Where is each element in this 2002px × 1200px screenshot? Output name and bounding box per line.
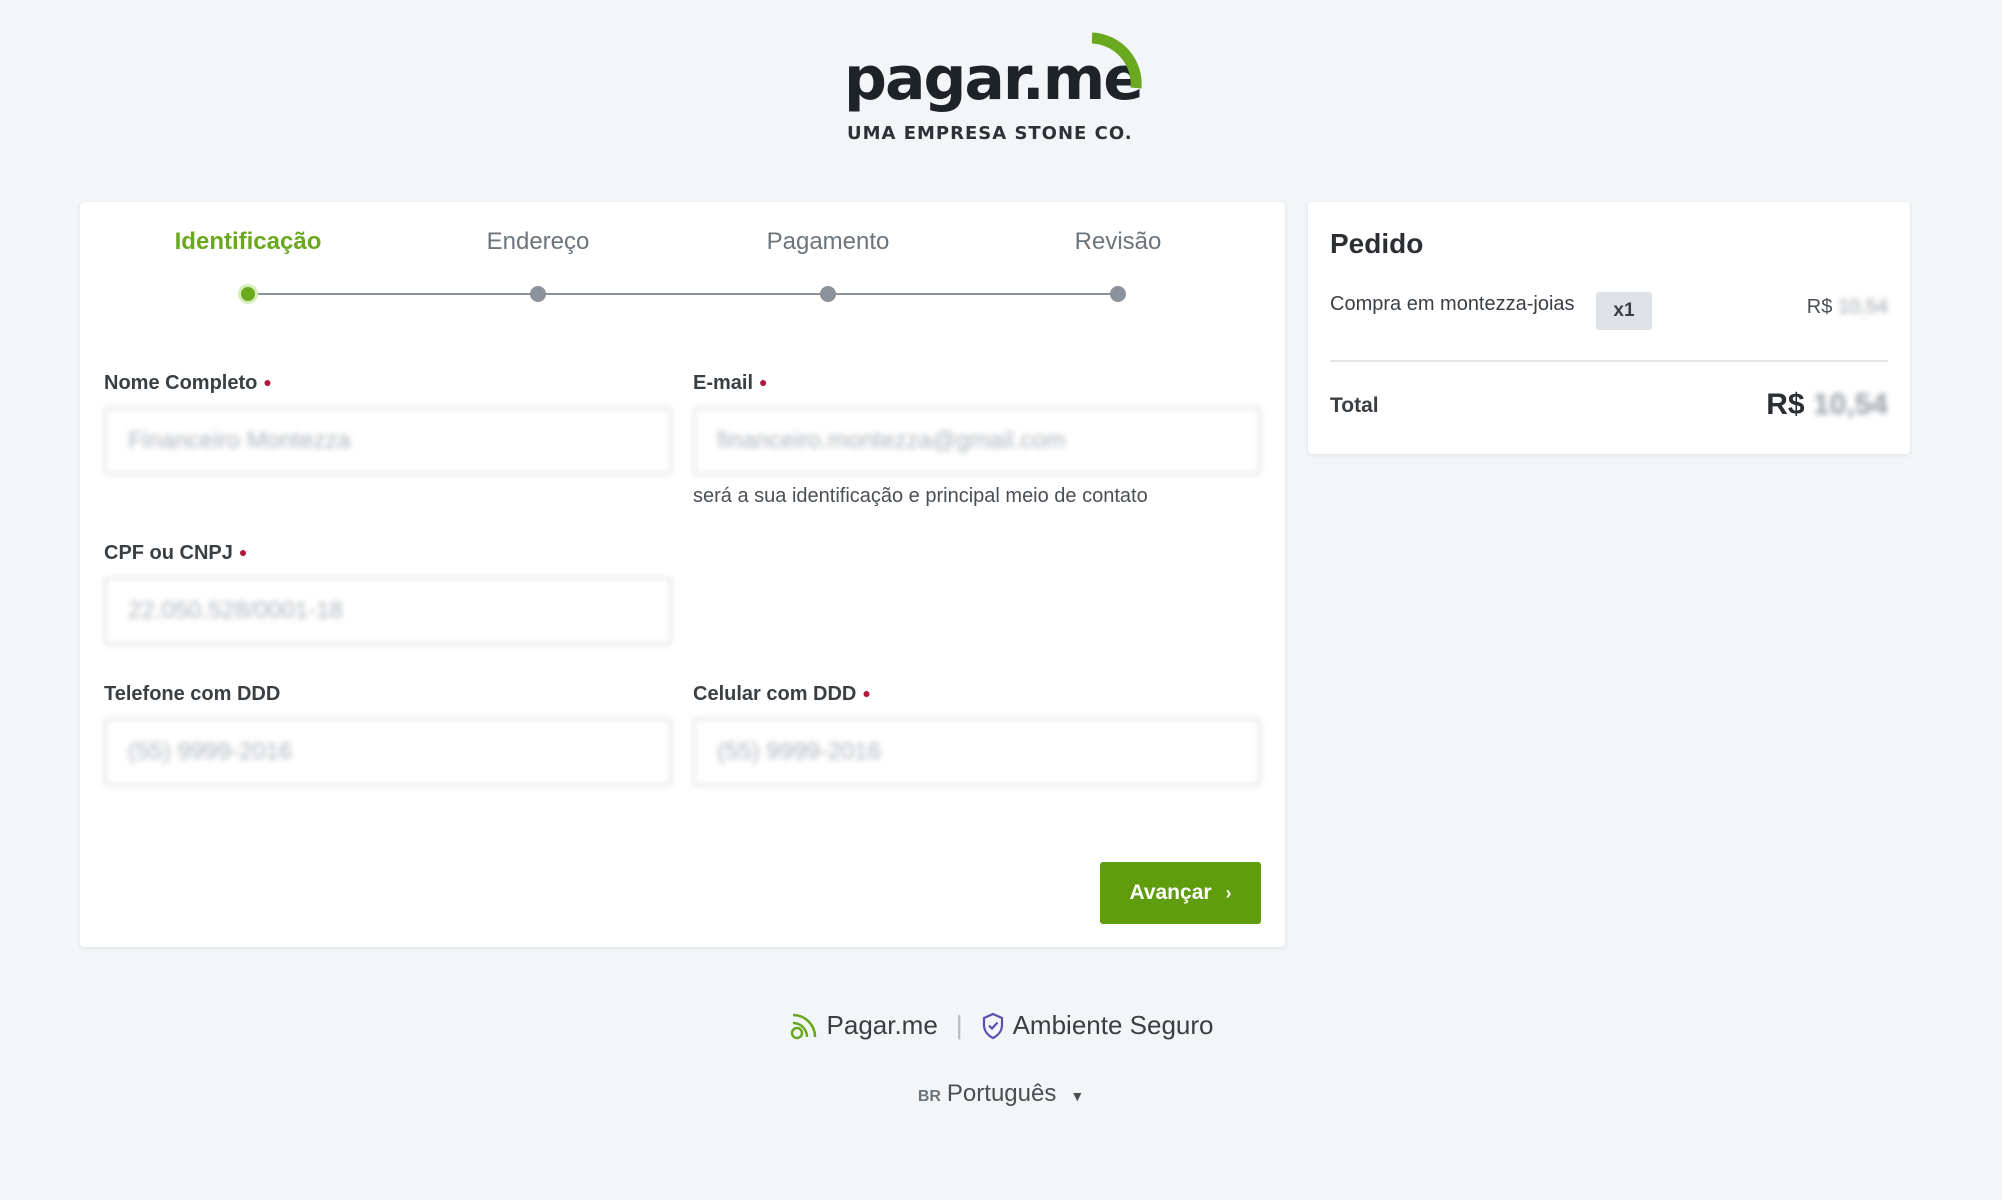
footer-links: Pagar.me | Ambiente Seguro [0,1010,2002,1041]
step-pagamento[interactable]: Pagamento [767,228,890,256]
mobile-input[interactable] [693,718,1261,786]
order-summary-card: Pedido Compra em montezza-joias x1 R$ 10… [1308,202,1910,454]
document-label: CPF ou CNPJ ● [104,542,248,564]
secure-label: Ambiente Seguro [1012,1010,1214,1040]
required-marker: ● [263,374,272,390]
email-input[interactable] [693,407,1261,475]
total-label: Total [1330,394,1379,417]
checkout-stepper: Identificação Endereço Pagamento Revisão [80,202,1285,312]
document-field: CPF ou CNPJ ● [104,542,672,645]
required-marker: ● [759,374,768,390]
next-button-label: Avançar [1129,881,1212,904]
footer-brand-link[interactable]: Pagar.me [789,1010,938,1041]
step-revisao[interactable]: Revisão [1075,228,1162,256]
logo-arc-icon [1091,32,1142,89]
step-dot-identificacao [238,284,258,304]
order-item-price: R$ 10,54 [1806,296,1888,318]
email-label: E-mail ● [693,372,768,394]
total-price: R$ 10,54 [1766,388,1888,421]
step-identificacao[interactable]: Identificação [175,228,322,256]
caret-down-icon: ▼ [1070,1088,1085,1104]
phone-field: Telefone com DDD [104,683,672,786]
stepper-line [248,293,1118,295]
order-divider [1330,360,1888,362]
email-hint: será a sua identificação e principal mei… [693,485,1148,507]
secure-environment: Ambiente Seguro [981,1010,1214,1041]
required-marker: ● [238,544,248,560]
total-price-value: 10,54 [1812,388,1888,421]
identification-card: Identificação Endereço Pagamento Revisão… [80,202,1285,947]
language-label: Português [946,1080,1057,1107]
step-dot-pagamento [820,286,836,302]
chevron-right-icon: › [1225,882,1232,903]
step-endereco[interactable]: Endereço [487,228,590,256]
pagarme-signal-icon [790,1013,816,1039]
phone-input[interactable] [104,718,672,786]
language-selector[interactable]: BR Português ▼ [0,1080,2002,1108]
full-name-label: Nome Completo ● [104,372,272,394]
full-name-field: Nome Completo ● [104,372,672,475]
quantity-badge: x1 [1596,292,1652,330]
shield-icon [982,1012,1003,1039]
order-item-name: Compra em montezza-joias [1330,293,1575,315]
pagarme-logo: pagar.me UMA EMPRESA STONE CO. [840,30,1160,150]
phone-label: Telefone com DDD [104,683,281,705]
required-marker: ● [862,685,871,701]
step-dot-revisao [1110,286,1126,302]
email-field: E-mail● será a sua identificação e princ… [693,372,1261,508]
mobile-field: Celular com DDD ● [693,683,1261,786]
next-button[interactable]: Avançar › [1100,862,1261,924]
document-input[interactable] [104,577,672,645]
item-price-value: 10,54 [1837,296,1888,318]
mobile-label: Celular com DDD ● [693,683,871,705]
footer-separator: | [955,1010,963,1040]
order-title: Pedido [1330,228,1424,259]
full-name-input[interactable] [104,407,672,475]
logo-tagline: UMA EMPRESA STONE CO. [847,123,1133,144]
footer-brand-label: Pagar.me [826,1010,938,1040]
language-code: BR [917,1088,941,1105]
step-dot-endereco [530,286,546,302]
